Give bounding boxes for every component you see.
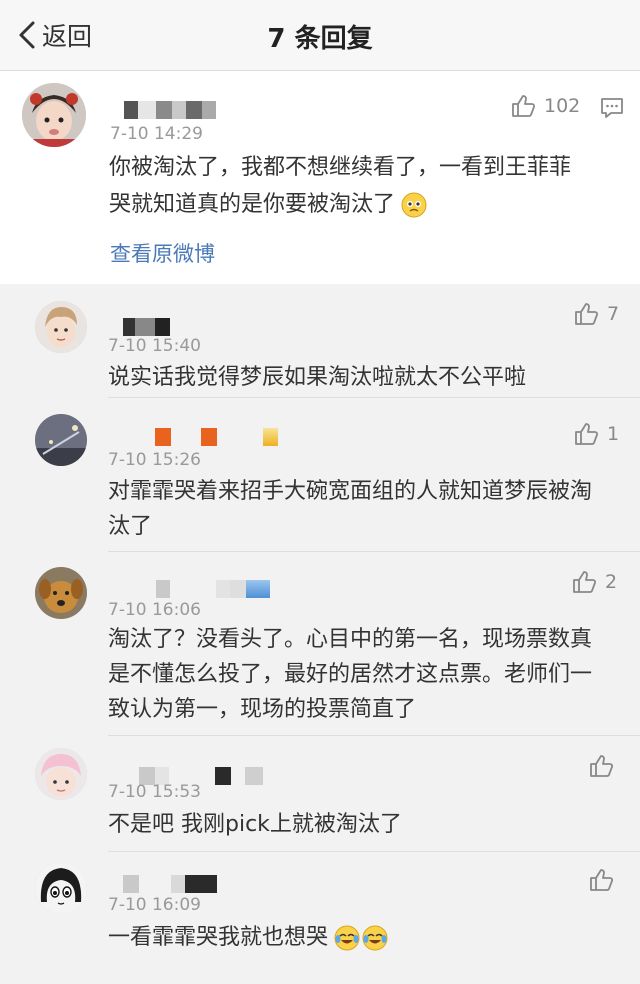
night-street-avatar-icon[interactable]: [35, 414, 87, 466]
like-button[interactable]: 102: [510, 93, 580, 119]
reply-time: 7-10 15:53: [108, 782, 201, 802]
manga-girl-avatar-icon[interactable]: [35, 862, 87, 914]
view-original-link[interactable]: 查看原微博: [110, 238, 215, 268]
like-button[interactable]: [588, 753, 622, 779]
page-title: 7 条回复: [267, 24, 373, 54]
pleading-face-emoji: [401, 192, 427, 218]
comment-text-line-2: 哭就知道真的是你要被淘汰了: [109, 186, 427, 223]
reply-time: 7-10 16:09: [108, 895, 201, 915]
thumbs-up-icon: [590, 869, 614, 891]
reply-text-line: 是不懂怎么投了，最好的居然才这点票。老师们一: [108, 662, 593, 687]
reply-item: 7-10 16:09 一看霏霏哭我就也想哭: [0, 852, 640, 984]
thumbs-up-icon: [512, 95, 536, 117]
like-button[interactable]: 7: [573, 301, 619, 327]
reply-text-line: 淘汰了？没看头了。心目中的第一名，现场票数真: [108, 627, 593, 652]
main-comment: 7-10 14:29 102 你被淘汰了，我都不想继续看了，一看到王菲菲 哭就知…: [0, 71, 640, 284]
thumbs-up-icon: [573, 571, 597, 593]
username-blurred[interactable]: [124, 101, 216, 119]
thumbs-up-icon: [575, 303, 599, 325]
pink-hat-avatar-icon[interactable]: [35, 748, 87, 800]
thumbs-up-icon: [590, 755, 614, 777]
reply-text-line: 汰了: [108, 514, 153, 539]
comment-text-line-2-text: 哭就知道真的是你要被淘汰了: [109, 192, 396, 217]
reply-text-line-with-emoji: 一看霏霏哭我就也想哭: [108, 919, 388, 956]
like-count: 2: [605, 571, 618, 593]
like-count: 7: [607, 303, 620, 325]
crying-laughing-emoji: [334, 925, 360, 951]
reply-text-line: 致认为第一，现场的投票简直了: [108, 697, 417, 722]
dog-avatar-icon[interactable]: [35, 567, 87, 619]
like-button[interactable]: 2: [571, 569, 617, 595]
baby-avatar-icon[interactable]: [22, 83, 86, 147]
like-count: 102: [544, 95, 581, 117]
reply-text-line: 说实话我觉得梦辰如果淘汰啦就太不公平啦: [108, 365, 527, 390]
username-blurred[interactable]: [123, 875, 217, 893]
thumbs-up-icon: [575, 423, 599, 445]
like-count: 1: [607, 423, 620, 445]
comment-text-line-1: 你被淘汰了，我都不想继续看了，一看到王菲菲: [109, 155, 572, 180]
reply-item: 7-10 15:40 7 说实话我觉得梦辰如果淘汰啦就太不公平啦: [0, 284, 640, 398]
like-button[interactable]: [588, 867, 622, 893]
reply-text-line: 不是吧 我刚pick上就被淘汰了: [108, 812, 402, 837]
young-man-avatar-icon[interactable]: [35, 301, 87, 353]
reply-time: 7-10 15:40: [108, 336, 201, 356]
like-button[interactable]: 1: [573, 421, 619, 447]
username-blurred[interactable]: [155, 428, 280, 446]
crying-laughing-emoji: [362, 925, 388, 951]
reply-time: 7-10 15:26: [108, 450, 201, 470]
reply-text-line: 一看霏霏哭我就也想哭: [108, 925, 329, 950]
reply-item: 7-10 15:53 不是吧 我刚pick上就被淘汰了: [0, 736, 640, 852]
nav-bar: 返回 7 条回复: [0, 0, 640, 71]
reply-item: 7-10 15:26 1 对霏霏哭着来招手大碗宽面组的人就知道梦辰被淘 汰了: [0, 398, 640, 552]
username-blurred[interactable]: [123, 318, 170, 336]
reply-item: 7-10 16:06 2 淘汰了？没看头了。心目中的第一名，现场票数真 是不懂怎…: [0, 552, 640, 736]
username-blurred[interactable]: [156, 580, 274, 598]
reply-text-line: 对霏霏哭着来招手大碗宽面组的人就知道梦辰被淘: [108, 479, 593, 504]
reply-time: 7-10 16:06: [108, 600, 201, 620]
comment-icon[interactable]: [600, 96, 624, 120]
comment-time: 7-10 14:29: [110, 124, 203, 144]
